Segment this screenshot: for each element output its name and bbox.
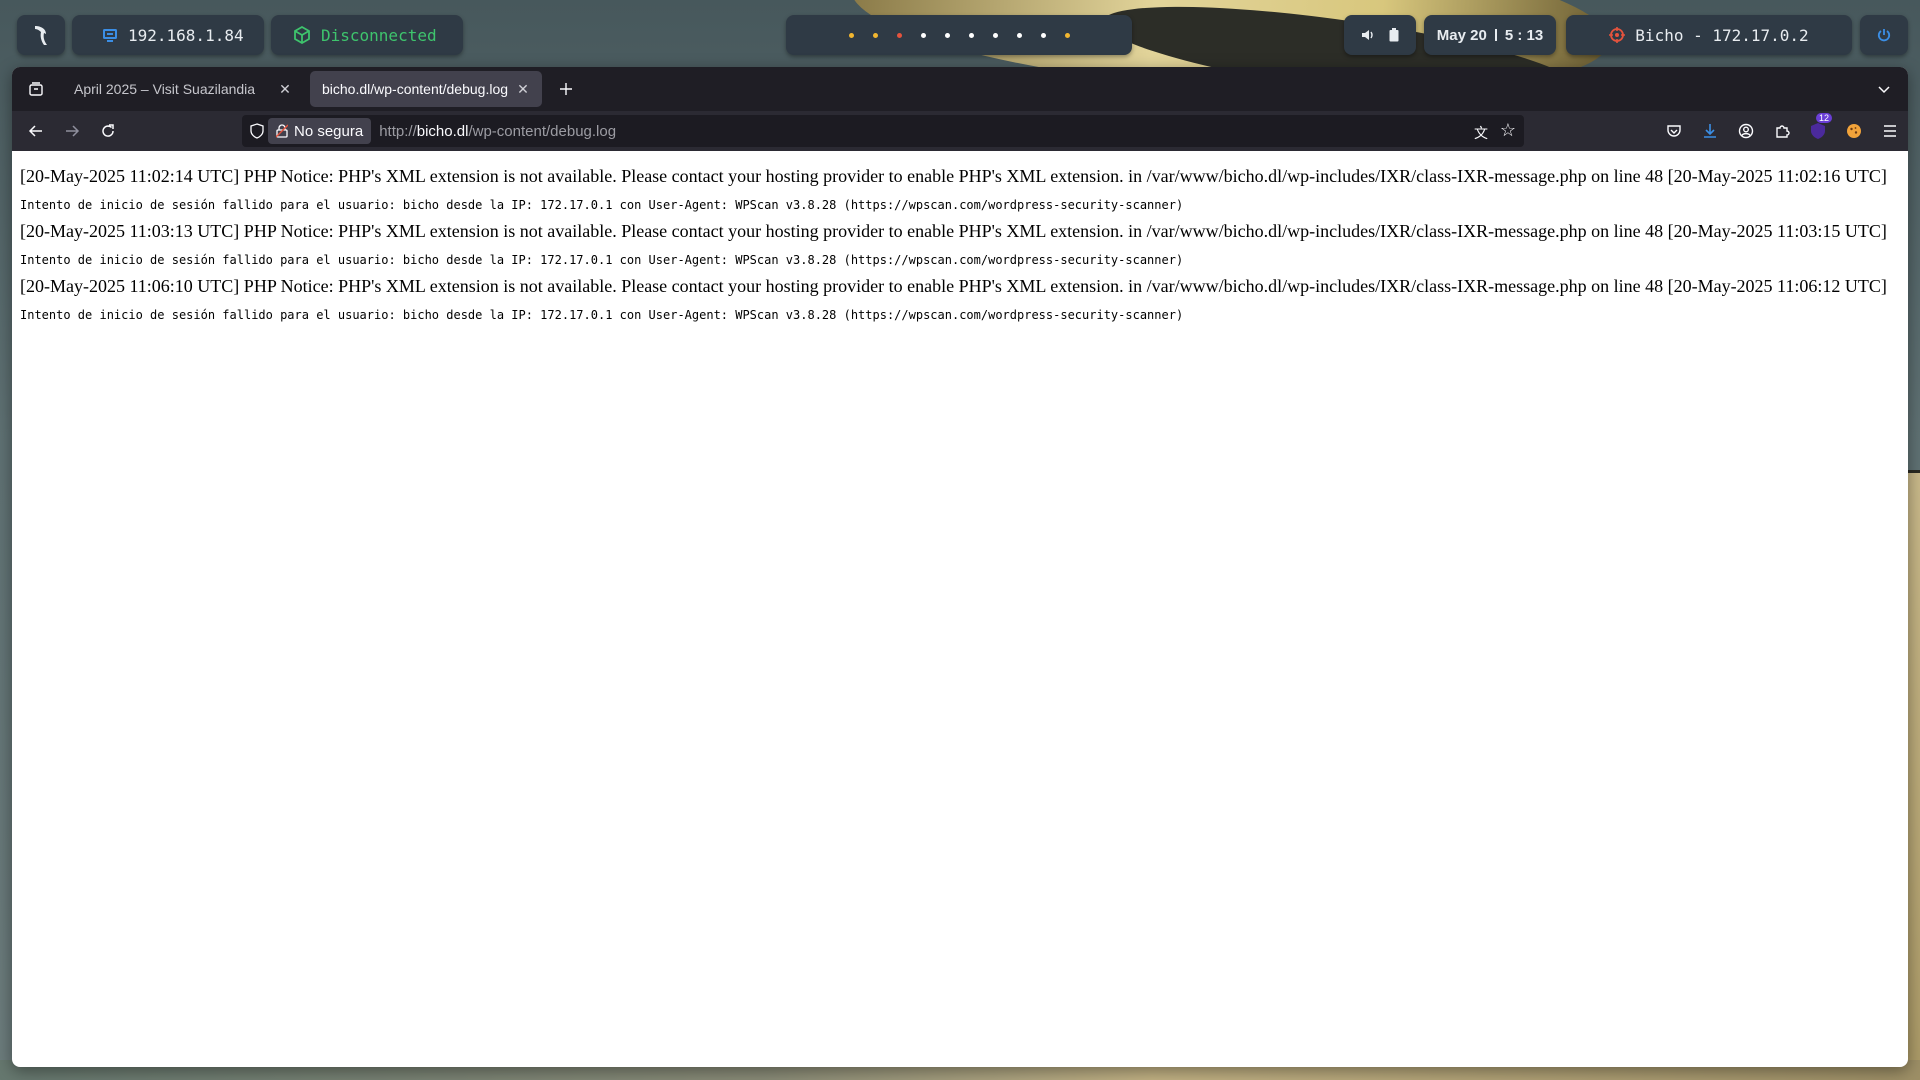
workspace-7-dot[interactable] xyxy=(983,32,1007,38)
url-bar[interactable]: No segura http://bicho.dl/wp-content/deb… xyxy=(242,115,1524,147)
reload-icon xyxy=(102,124,114,137)
tab-debug-log[interactable]: bicho.dl/wp-content/debug.log ✕ xyxy=(310,71,542,107)
log-login-attempt-line: Intento de inicio de sesión fallido para… xyxy=(20,253,1184,267)
vpn-status-text: Disconnected xyxy=(321,25,437,45)
clock-date: May 20 xyxy=(1436,26,1487,44)
workspace-5-dot[interactable] xyxy=(935,32,959,38)
account-button[interactable] xyxy=(1728,123,1764,139)
reload-button[interactable] xyxy=(90,115,126,147)
close-icon[interactable]: ✕ xyxy=(516,81,530,98)
insecure-lock-icon xyxy=(276,124,288,138)
security-label: No segura xyxy=(294,122,364,140)
workspace-6-dot[interactable] xyxy=(959,32,983,38)
bookmark-star-icon[interactable]: ☆ xyxy=(1500,120,1516,141)
forward-button[interactable] xyxy=(54,115,90,147)
battery-icon[interactable] xyxy=(1389,28,1399,42)
clock-time: 5 : 13 xyxy=(1504,26,1544,44)
url-path: /wp-content/debug.log xyxy=(468,122,617,140)
workspace-switcher[interactable] xyxy=(786,15,1132,55)
tab-visit-suazilandia[interactable]: April 2025 – Visit Suazilandia ✕ xyxy=(62,71,304,107)
page-content: [20-May-2025 11:02:14 UTC] PHP Notice: P… xyxy=(12,151,1908,323)
workspace-8-dot[interactable] xyxy=(1007,32,1031,38)
puzzle-icon xyxy=(1776,125,1790,138)
new-tab-button[interactable] xyxy=(548,73,584,105)
download-icon xyxy=(1704,124,1716,138)
power-icon xyxy=(1877,29,1891,42)
log-login-attempt-line: Intento de inicio de sesión fallido para… xyxy=(20,308,1184,322)
target-crosshair-icon xyxy=(1609,27,1626,43)
workspace-2-dot[interactable] xyxy=(863,32,887,38)
url-text[interactable]: http://bicho.dl/wp-content/debug.log xyxy=(379,123,616,140)
navigation-toolbar: No segura http://bicho.dl/wp-content/deb… xyxy=(12,111,1908,151)
tab-title: bicho.dl/wp-content/debug.log xyxy=(322,81,508,97)
network-ip-indicator[interactable]: 192.168.1.84 xyxy=(72,15,264,55)
browser-window: April 2025 – Visit Suazilandia ✕ bicho.d… xyxy=(12,67,1908,1067)
downloads-button[interactable] xyxy=(1692,123,1728,139)
log-notice-line: [20-May-2025 11:06:10 UTC] PHP Notice: P… xyxy=(20,276,1887,296)
shield-extension-icon xyxy=(1811,123,1825,139)
arrow-right-icon xyxy=(66,125,80,137)
hamburger-menu-icon xyxy=(1884,125,1896,137)
workspace-3-dot[interactable] xyxy=(887,32,911,38)
arrow-left-icon xyxy=(28,125,42,137)
cookie-icon xyxy=(1847,124,1861,138)
vpn-status-indicator[interactable]: Disconnected xyxy=(271,15,463,55)
firefox-view-icon xyxy=(29,82,43,96)
tab-title: April 2025 – Visit Suazilandia xyxy=(74,81,256,97)
account-icon xyxy=(1738,123,1754,139)
connection-security-button[interactable]: No segura xyxy=(268,118,372,144)
tab-bar: April 2025 – Visit Suazilandia ✕ bicho.d… xyxy=(12,67,1908,111)
pocket-button[interactable] xyxy=(1656,123,1692,139)
clock-separator-icon xyxy=(1494,29,1497,41)
workspace-1-dot[interactable] xyxy=(839,32,863,38)
plus-icon xyxy=(560,83,572,95)
launcher-button[interactable] xyxy=(17,15,65,55)
log-notice-line: [20-May-2025 11:03:13 UTC] PHP Notice: P… xyxy=(20,221,1887,241)
monitor-icon xyxy=(103,29,117,42)
toolbar-extensions: 12 xyxy=(1656,111,1908,151)
list-all-tabs-button[interactable] xyxy=(1866,73,1902,105)
target-indicator[interactable]: Bicho - 172.17.0.2 xyxy=(1566,15,1852,55)
pocket-icon xyxy=(1667,125,1681,137)
chevron-down-icon xyxy=(1878,86,1890,94)
clock[interactable]: May 20 5 : 13 xyxy=(1424,15,1556,55)
vpn-cube-icon xyxy=(294,26,310,44)
volume-icon[interactable] xyxy=(1361,28,1375,42)
tracking-protection-icon[interactable] xyxy=(250,123,264,139)
extension-badge: 12 xyxy=(1815,113,1832,123)
workspace-10-dot[interactable] xyxy=(1055,32,1079,38)
target-text: Bicho - 172.17.0.2 xyxy=(1635,25,1809,45)
url-prefix: http:// xyxy=(379,122,417,140)
log-login-attempt-line: Intento de inicio de sesión fallido para… xyxy=(20,198,1184,212)
cookie-extension-button[interactable] xyxy=(1836,123,1872,139)
app-menu-button[interactable] xyxy=(1872,124,1908,138)
power-button[interactable] xyxy=(1860,15,1908,55)
ip-address: 192.168.1.84 xyxy=(128,25,244,45)
back-button[interactable] xyxy=(18,115,54,147)
firefox-view-button[interactable] xyxy=(20,73,52,105)
extensions-button[interactable] xyxy=(1764,123,1800,139)
system-tray xyxy=(1344,15,1416,55)
url-host: bicho.dl xyxy=(416,122,469,140)
translate-icon[interactable]: 文 xyxy=(1474,123,1488,143)
ublock-extension-button[interactable]: 12 xyxy=(1800,113,1836,140)
close-icon[interactable]: ✕ xyxy=(278,81,292,98)
kali-dragon-icon xyxy=(35,26,47,45)
workspace-9-dot[interactable] xyxy=(1031,32,1055,38)
workspace-4-dot[interactable] xyxy=(911,32,935,38)
log-notice-line: [20-May-2025 11:02:14 UTC] PHP Notice: P… xyxy=(20,166,1887,186)
